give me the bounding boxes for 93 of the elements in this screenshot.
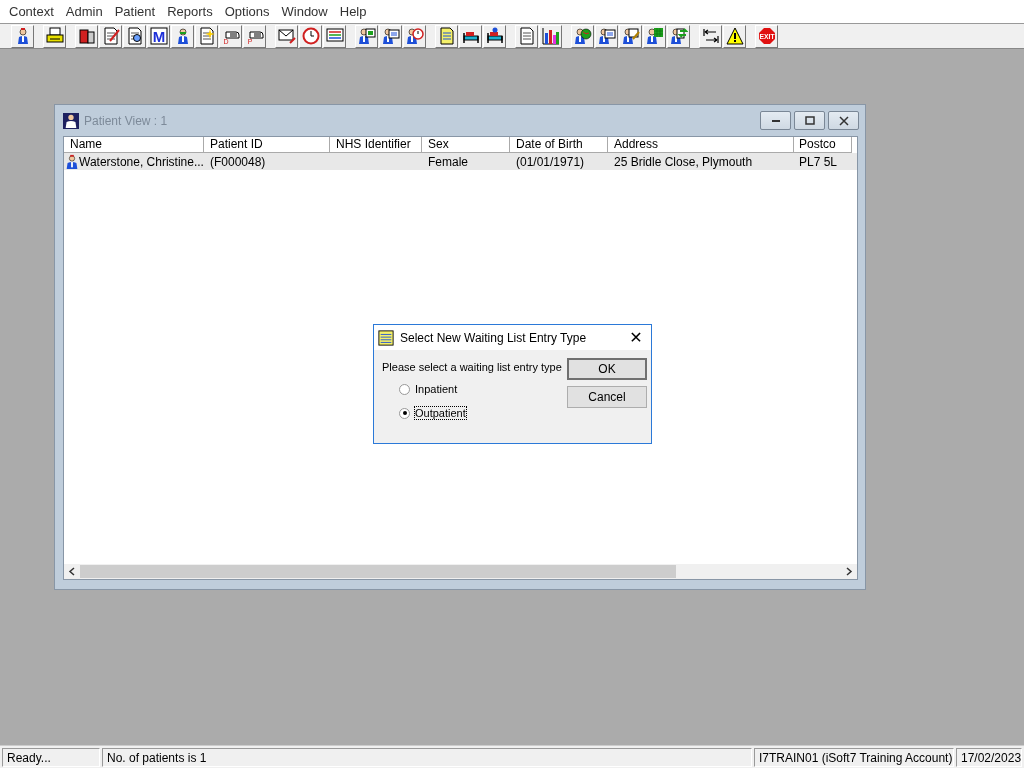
status-text: I7TRAIN01 (iSoft7 Training Account) <box>754 747 954 767</box>
document-pen-button[interactable] <box>99 24 122 48</box>
note-button[interactable] <box>435 24 458 48</box>
warning-icon <box>725 27 744 45</box>
person-card-icon <box>381 27 400 45</box>
column-header[interactable]: Postco <box>794 137 852 153</box>
person-arrows-button[interactable] <box>667 24 690 48</box>
menu-item[interactable]: Patient <box>108 4 162 19</box>
person-icon <box>16 27 29 45</box>
document-star-icon <box>197 27 216 45</box>
column-header[interactable]: Date of Birth <box>510 137 608 153</box>
radio-option[interactable]: Outpatient <box>399 401 567 425</box>
person-grid-icon <box>645 27 664 45</box>
menu-item[interactable]: Options <box>218 4 276 19</box>
radio-button[interactable] <box>399 383 410 395</box>
bed-button[interactable] <box>459 24 482 48</box>
menu-item[interactable]: Admin <box>59 4 109 19</box>
prompt-text: Please select a waiting list entry type <box>382 361 563 373</box>
document-search-icon <box>125 27 144 45</box>
minimize-button[interactable] <box>760 111 791 130</box>
dialog-title: Select New Waiting List Entry Type <box>400 330 588 345</box>
dialog-button[interactable]: OK <box>567 358 647 380</box>
arrows-button[interactable] <box>699 24 722 48</box>
table-row[interactable]: Waterstone, Christine... (F000048) Female (01/01/1971) 25 Bridle Close, Plymouth PL7 5L <box>64 153 857 170</box>
person-pen-button[interactable] <box>619 24 642 48</box>
menu-item[interactable]: Context <box>3 4 60 19</box>
column-header[interactable]: Sex <box>422 137 510 153</box>
printer-icon <box>45 27 64 45</box>
document-icon <box>517 27 536 45</box>
envelope-icon <box>277 27 296 45</box>
menu-item[interactable]: Reports <box>161 4 219 19</box>
bed-person-button[interactable] <box>483 24 506 48</box>
status-text: Ready... <box>2 747 100 767</box>
radio-button[interactable] <box>399 407 410 419</box>
table-cell: Waterstone, Christine... <box>79 154 204 169</box>
person-card-button[interactable] <box>379 24 402 48</box>
person-clock-icon <box>405 27 424 45</box>
minimize-icon <box>771 119 780 122</box>
book-icon <box>77 27 96 45</box>
person-arrows-icon <box>669 27 688 45</box>
column-header[interactable]: NHS Identifier <box>330 137 422 153</box>
restore-button[interactable] <box>794 111 825 130</box>
person-mask-button[interactable] <box>171 24 194 48</box>
close-button[interactable] <box>828 111 859 130</box>
close-icon <box>838 115 849 126</box>
note-icon <box>437 27 456 45</box>
status-text: No. of patients is 1 <box>102 747 752 767</box>
bed-person-icon <box>485 27 504 45</box>
person-mask-icon <box>176 27 189 45</box>
arrows-icon <box>701 27 720 45</box>
clock-icon <box>301 27 320 45</box>
column-header[interactable]: Name <box>64 137 204 153</box>
table-cell: (01/01/1971) <box>516 154 585 169</box>
horizontal-scrollbar[interactable] <box>64 564 857 579</box>
person-screen-icon <box>357 27 376 45</box>
document-search-button[interactable] <box>123 24 146 48</box>
radio-option[interactable]: Inpatient <box>399 377 567 401</box>
monitor-button[interactable] <box>323 24 346 48</box>
person-globe-icon <box>573 27 592 45</box>
document-star-button[interactable] <box>195 24 218 48</box>
column-header[interactable]: Address <box>608 137 794 153</box>
person-icon <box>66 153 78 170</box>
person-screen-button[interactable] <box>355 24 378 48</box>
printer-button[interactable] <box>43 24 66 48</box>
table-cell: 25 Bridle Close, Plymouth <box>614 154 753 169</box>
bar-chart-icon <box>541 27 560 45</box>
menu-item[interactable]: Window <box>275 4 334 19</box>
person-card-icon <box>597 27 616 45</box>
status-text: 17/02/2023 <box>956 747 1022 767</box>
person-grid-button[interactable] <box>643 24 666 48</box>
person-globe-button[interactable] <box>571 24 594 48</box>
window-title: Patient View : 1 <box>84 113 169 128</box>
person-button[interactable] <box>11 24 34 48</box>
person-pen-icon <box>621 27 640 45</box>
clock-button[interactable] <box>299 24 322 48</box>
restore-icon <box>804 115 815 126</box>
menu-item[interactable]: Help <box>333 4 373 19</box>
envelope-button[interactable] <box>275 24 298 48</box>
book-button[interactable] <box>75 24 98 48</box>
table-cell: Female <box>428 154 468 169</box>
document-pen-icon <box>101 27 120 45</box>
note-icon <box>378 329 394 346</box>
person-card-button[interactable] <box>595 24 618 48</box>
dialog-button[interactable]: Cancel <box>567 386 647 408</box>
bar-chart-button[interactable] <box>539 24 562 48</box>
table-cell: PL7 5L <box>799 154 838 169</box>
document-button[interactable] <box>515 24 538 48</box>
person-clock-button[interactable] <box>403 24 426 48</box>
column-header[interactable]: Patient ID <box>204 137 330 153</box>
person-icon <box>63 112 79 129</box>
warning-button[interactable] <box>723 24 746 48</box>
table-cell: (F000048) <box>210 154 266 169</box>
monitor-icon <box>325 27 344 45</box>
